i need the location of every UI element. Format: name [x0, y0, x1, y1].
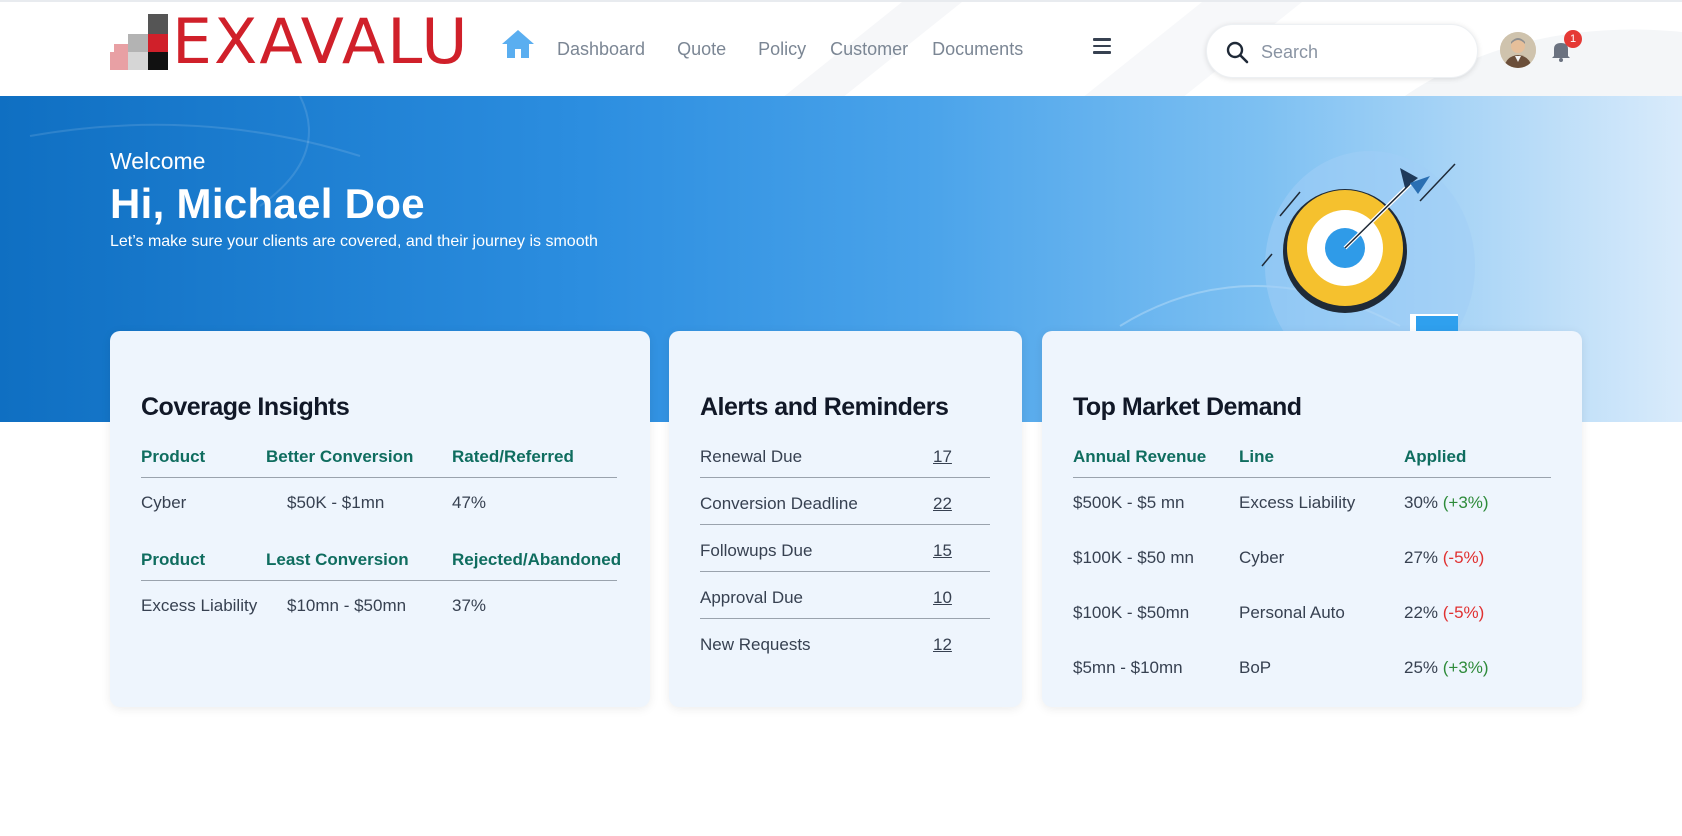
coverage-header-least-conversion: Least Conversion [266, 550, 409, 569]
coverage-least-product: Excess Liability [141, 596, 258, 615]
market-row-applied: 25% (+3%) [1404, 658, 1489, 678]
market-header-line: Line [1239, 447, 1274, 466]
coverage-header-rated-referred: Rated/Referred [452, 447, 574, 466]
alert-count-link[interactable]: 17 [933, 447, 952, 467]
market-row-applied: 30% (+3%) [1404, 493, 1489, 513]
coverage-best-rate: 47% [452, 493, 487, 512]
market-row-revenue: $5mn - $10mn [1073, 658, 1183, 677]
market-header-applied: Applied [1404, 447, 1467, 466]
applied-percent: 22% [1404, 603, 1439, 622]
coverage-header-rejected-abandoned: Rejected/Abandoned [452, 550, 622, 569]
search-input[interactable] [1261, 38, 1461, 66]
market-row-line: Excess Liability [1239, 493, 1356, 512]
divider [700, 477, 990, 478]
avatar-icon[interactable] [1500, 32, 1536, 68]
alerts-reminders-card: Alerts and Reminders Renewal Due 17 Conv… [669, 331, 1022, 707]
market-row-revenue: $100K - $50mn [1073, 603, 1190, 622]
market-row-revenue: $500K - $5 mn [1073, 493, 1185, 512]
alert-count-link[interactable]: 22 [933, 494, 952, 514]
applied-change-up: (+3%) [1442, 493, 1489, 512]
divider [141, 580, 617, 581]
welcome-subtitle: Let’s make sure your clients are covered… [110, 233, 598, 250]
nav-documents[interactable]: Documents [932, 39, 1023, 60]
alert-count-link[interactable]: 10 [933, 588, 952, 608]
applied-change-down: (-5%) [1442, 548, 1485, 567]
market-header-annual-revenue: Annual Revenue [1073, 447, 1207, 466]
coverage-best-conversion: $50K - $1mn [287, 493, 385, 512]
alerts-title: Alerts and Reminders [700, 393, 949, 421]
nav-customer[interactable]: Customer [830, 39, 908, 60]
applied-percent: 25% [1404, 658, 1439, 677]
top-navigation-bar: EXAVALU Dashboard Quote Policy Customer … [0, 0, 1682, 98]
market-row-revenue: $100K - $50 mn [1073, 548, 1194, 567]
exavalu-logo[interactable]: EXAVALU [110, 8, 472, 76]
applied-change-down: (-5%) [1442, 603, 1485, 622]
brand-name: EXAVALU [172, 5, 470, 78]
home-icon[interactable] [500, 26, 536, 62]
divider [141, 477, 617, 478]
coverage-least-conversion: $10mn - $50mn [287, 596, 407, 615]
coverage-header-product-2: Product [141, 550, 206, 569]
coverage-insights-card: Coverage Insights Product Better Convers… [110, 331, 650, 707]
main-navigation: Dashboard Quote Policy Customer Document… [557, 39, 1055, 60]
alert-label: Renewal Due [700, 447, 803, 466]
divider [700, 571, 990, 572]
hamburger-menu-icon[interactable] [1093, 38, 1111, 54]
applied-percent: 27% [1404, 548, 1439, 567]
alert-label: Followups Due [700, 541, 813, 560]
logo-blocks-icon [110, 14, 168, 70]
nav-quote[interactable]: Quote [677, 39, 726, 60]
notification-count-badge: 1 [1564, 30, 1582, 48]
divider [700, 618, 990, 619]
greeting-heading: Hi, Michael Doe [110, 180, 425, 227]
search-box [1206, 24, 1478, 78]
applied-change-up: (+3%) [1442, 658, 1489, 677]
market-row-applied: 27% (-5%) [1404, 548, 1484, 568]
nav-policy[interactable]: Policy [758, 39, 806, 60]
alert-label: New Requests [700, 635, 811, 654]
market-row-applied: 22% (-5%) [1404, 603, 1484, 623]
alert-label: Approval Due [700, 588, 804, 607]
coverage-least-rate: 37% [452, 596, 487, 615]
market-title: Top Market Demand [1073, 393, 1302, 421]
divider [700, 524, 990, 525]
applied-percent: 30% [1404, 493, 1439, 512]
search-icon[interactable] [1225, 40, 1249, 64]
market-row-line: BoP [1239, 658, 1272, 677]
top-market-demand-card: Top Market Demand Annual Revenue Line Ap… [1042, 331, 1582, 707]
nav-dashboard[interactable]: Dashboard [557, 39, 645, 60]
alert-count-link[interactable]: 12 [933, 635, 952, 655]
market-row-line: Personal Auto [1239, 603, 1345, 622]
coverage-best-product: Cyber [141, 493, 187, 512]
welcome-label: Welcome [110, 148, 206, 174]
coverage-insights-title: Coverage Insights [141, 393, 350, 421]
market-row-line: Cyber [1239, 548, 1285, 567]
coverage-header-better-conversion: Better Conversion [266, 447, 414, 466]
alert-label: Conversion Deadline [700, 494, 858, 513]
divider [1073, 477, 1551, 478]
coverage-header-product: Product [141, 447, 206, 466]
alert-count-link[interactable]: 15 [933, 541, 952, 561]
